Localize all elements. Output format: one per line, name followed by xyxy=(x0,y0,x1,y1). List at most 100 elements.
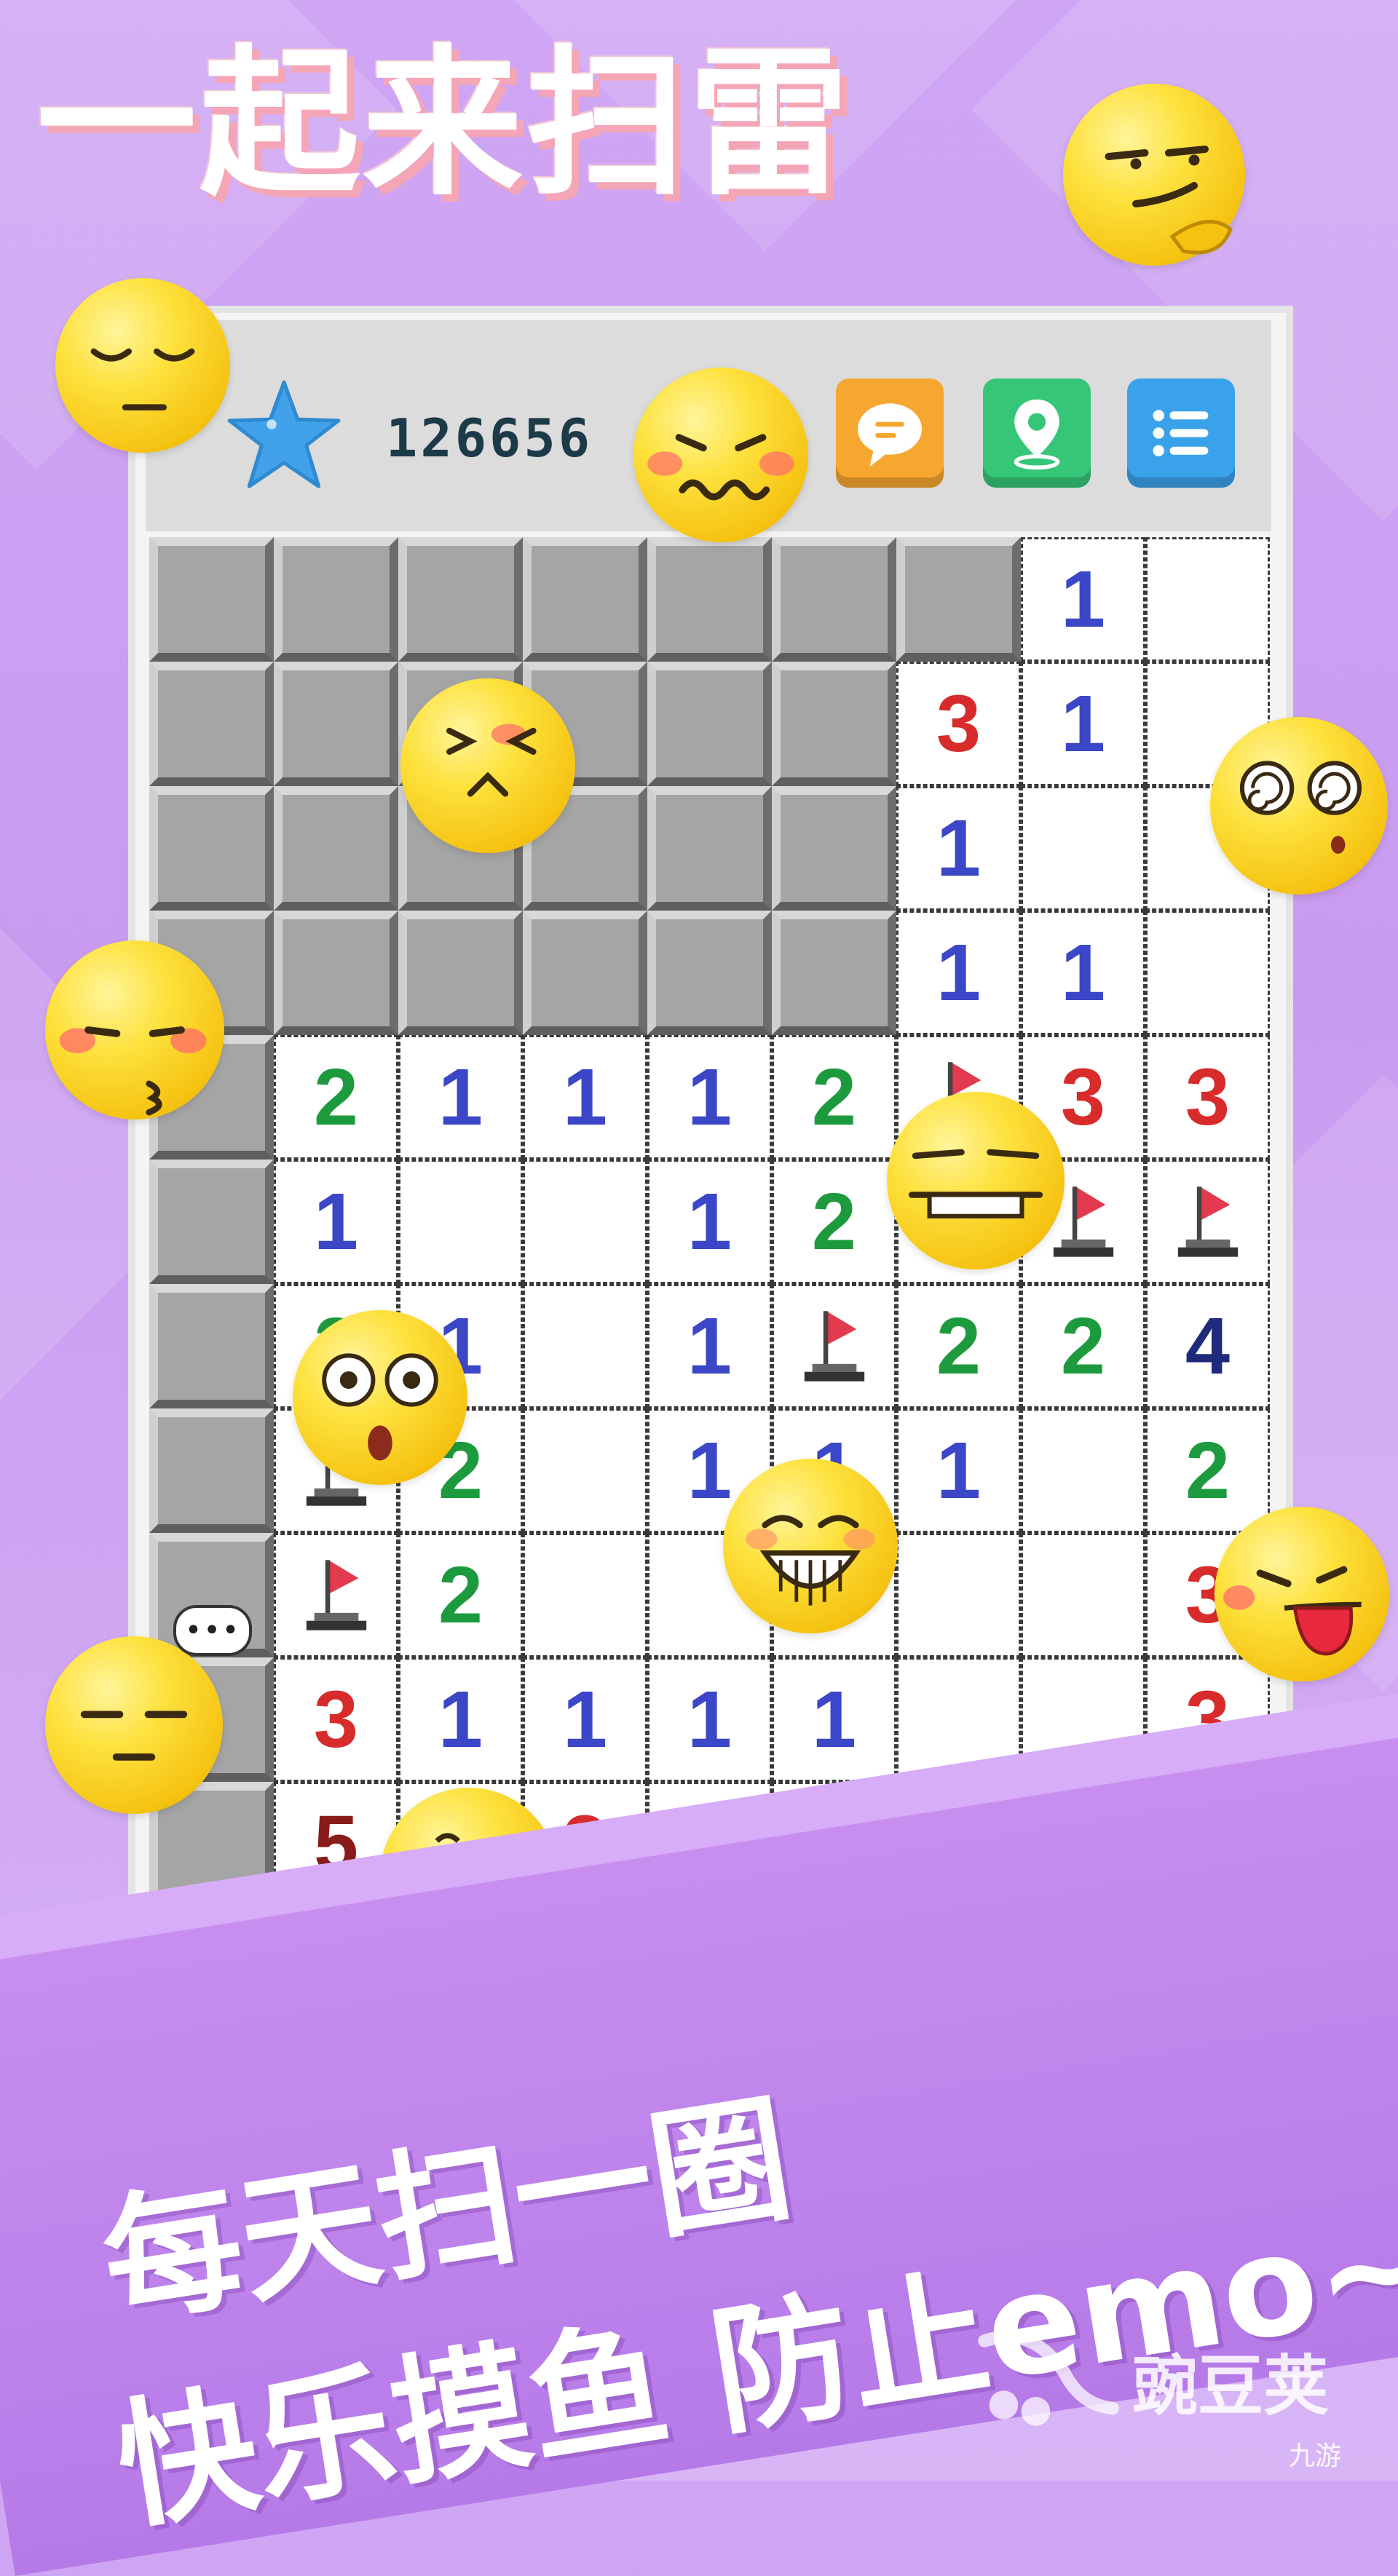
cell-number: 1 xyxy=(313,1177,359,1267)
covered-cell[interactable] xyxy=(274,911,398,1035)
covered-cell[interactable] xyxy=(772,786,896,911)
cell-number: 1 xyxy=(1060,555,1106,644)
empty-cell[interactable] xyxy=(896,1533,1021,1657)
sleepy-emoji xyxy=(55,278,230,453)
number-cell[interactable]: 2 xyxy=(1021,1284,1145,1408)
number-cell[interactable]: 1 xyxy=(523,1657,647,1782)
number-cell[interactable]: 2 xyxy=(772,1035,896,1160)
number-cell[interactable]: 1 xyxy=(398,1035,523,1160)
list-menu-icon xyxy=(1153,410,1209,456)
empty-cell[interactable] xyxy=(1021,1408,1145,1533)
cell-number: 2 xyxy=(1060,1301,1106,1391)
tongue-emoji xyxy=(1215,1507,1389,1681)
covered-cell[interactable] xyxy=(772,662,896,786)
empty-cell[interactable] xyxy=(1145,537,1270,662)
empty-cell[interactable] xyxy=(398,1160,523,1284)
covered-cell[interactable] xyxy=(398,537,523,662)
cell-number: 1 xyxy=(936,1426,982,1515)
number-cell[interactable]: 3 xyxy=(896,662,1021,786)
empty-cell[interactable] xyxy=(1021,1533,1145,1657)
number-cell[interactable]: 1 xyxy=(647,1035,772,1160)
covered-cell[interactable] xyxy=(274,786,398,911)
number-cell[interactable]: 1 xyxy=(772,1657,896,1782)
neutral-emoji xyxy=(45,1636,223,1814)
covered-cell[interactable] xyxy=(647,911,772,1035)
number-cell[interactable]: 2 xyxy=(772,1160,896,1284)
number-cell[interactable]: 1 xyxy=(896,786,1021,911)
cell-number: 4 xyxy=(1185,1301,1231,1391)
number-cell[interactable]: 2 xyxy=(896,1284,1021,1408)
cell-number: 3 xyxy=(1060,1053,1106,1142)
number-cell[interactable]: 1 xyxy=(647,1284,772,1408)
number-cell[interactable]: 1 xyxy=(647,1657,772,1782)
covered-cell[interactable] xyxy=(149,1284,274,1408)
covered-cell[interactable] xyxy=(398,911,523,1035)
empty-cell[interactable] xyxy=(523,1408,647,1533)
number-cell[interactable]: 1 xyxy=(896,911,1021,1035)
number-cell[interactable]: 1 xyxy=(398,1657,523,1782)
empty-cell[interactable] xyxy=(523,1533,647,1657)
cell-number: 2 xyxy=(438,1550,483,1640)
cell-number: 2 xyxy=(811,1053,857,1142)
cell-number: 1 xyxy=(687,1053,732,1142)
covered-cell[interactable] xyxy=(149,1408,274,1533)
cell-number: 1 xyxy=(1060,679,1106,769)
number-cell[interactable]: 3 xyxy=(274,1657,398,1782)
flag-cell[interactable] xyxy=(772,1284,896,1408)
number-cell[interactable]: 1 xyxy=(274,1160,398,1284)
map-button[interactable] xyxy=(983,379,1091,488)
empty-cell[interactable] xyxy=(523,1284,647,1408)
flag-icon xyxy=(306,1559,366,1630)
covered-cell[interactable] xyxy=(772,911,896,1035)
cell-number: 1 xyxy=(1060,928,1106,1018)
covered-cell[interactable] xyxy=(523,537,647,662)
flag-icon xyxy=(1177,1186,1238,1257)
menu-button[interactable] xyxy=(1127,379,1235,488)
cell-number: 3 xyxy=(936,679,982,769)
cell-number: 1 xyxy=(936,804,982,893)
covered-cell[interactable] xyxy=(274,662,398,786)
number-cell[interactable]: 3 xyxy=(1145,1035,1270,1160)
number-cell[interactable]: 1 xyxy=(1021,537,1145,662)
chat-icon xyxy=(858,403,922,467)
covered-cell[interactable] xyxy=(149,786,274,911)
number-cell[interactable]: 1 xyxy=(1021,911,1145,1035)
covered-cell[interactable] xyxy=(523,911,647,1035)
covered-cell[interactable] xyxy=(896,537,1021,662)
covered-cell[interactable] xyxy=(647,537,772,662)
score-counter: 126656 xyxy=(386,408,593,469)
covered-cell[interactable] xyxy=(149,537,274,662)
covered-cell[interactable] xyxy=(647,786,772,911)
dizzy-emoji xyxy=(1210,717,1388,895)
empty-cell[interactable] xyxy=(1021,786,1145,911)
covered-cell[interactable] xyxy=(149,662,274,786)
typing-bubble-icon: ••• xyxy=(173,1605,252,1656)
covered-cell[interactable] xyxy=(647,662,772,786)
cell-number: 1 xyxy=(687,1177,732,1267)
number-cell[interactable]: 1 xyxy=(647,1160,772,1284)
cell-number: 3 xyxy=(1185,1053,1231,1142)
cell-number: 1 xyxy=(687,1675,732,1764)
empty-cell[interactable] xyxy=(523,1160,647,1284)
flag-cell[interactable] xyxy=(1145,1160,1270,1284)
number-cell[interactable]: 1 xyxy=(523,1035,647,1160)
empty-cell[interactable] xyxy=(1145,911,1270,1035)
number-cell[interactable]: 4 xyxy=(1145,1284,1270,1408)
watermark-logo-icon xyxy=(978,2330,1119,2426)
covered-cell[interactable] xyxy=(772,537,896,662)
number-cell[interactable]: 1 xyxy=(1021,662,1145,786)
flag-cell[interactable] xyxy=(274,1533,398,1657)
covered-cell[interactable] xyxy=(149,1160,274,1284)
covered-cell[interactable] xyxy=(274,537,398,662)
headline-title: 一起来扫雷 xyxy=(36,31,853,217)
cell-number: 1 xyxy=(687,1301,732,1391)
number-cell[interactable]: 2 xyxy=(274,1035,398,1160)
number-cell[interactable]: 1 xyxy=(896,1408,1021,1533)
chat-button[interactable] xyxy=(836,379,944,488)
star-icon[interactable] xyxy=(222,375,346,499)
cell-number: 1 xyxy=(438,1675,483,1764)
kiss-emoji xyxy=(45,940,224,1119)
cell-number: 2 xyxy=(811,1177,857,1267)
number-cell[interactable]: 2 xyxy=(398,1533,523,1657)
cell-number: 1 xyxy=(936,928,982,1018)
